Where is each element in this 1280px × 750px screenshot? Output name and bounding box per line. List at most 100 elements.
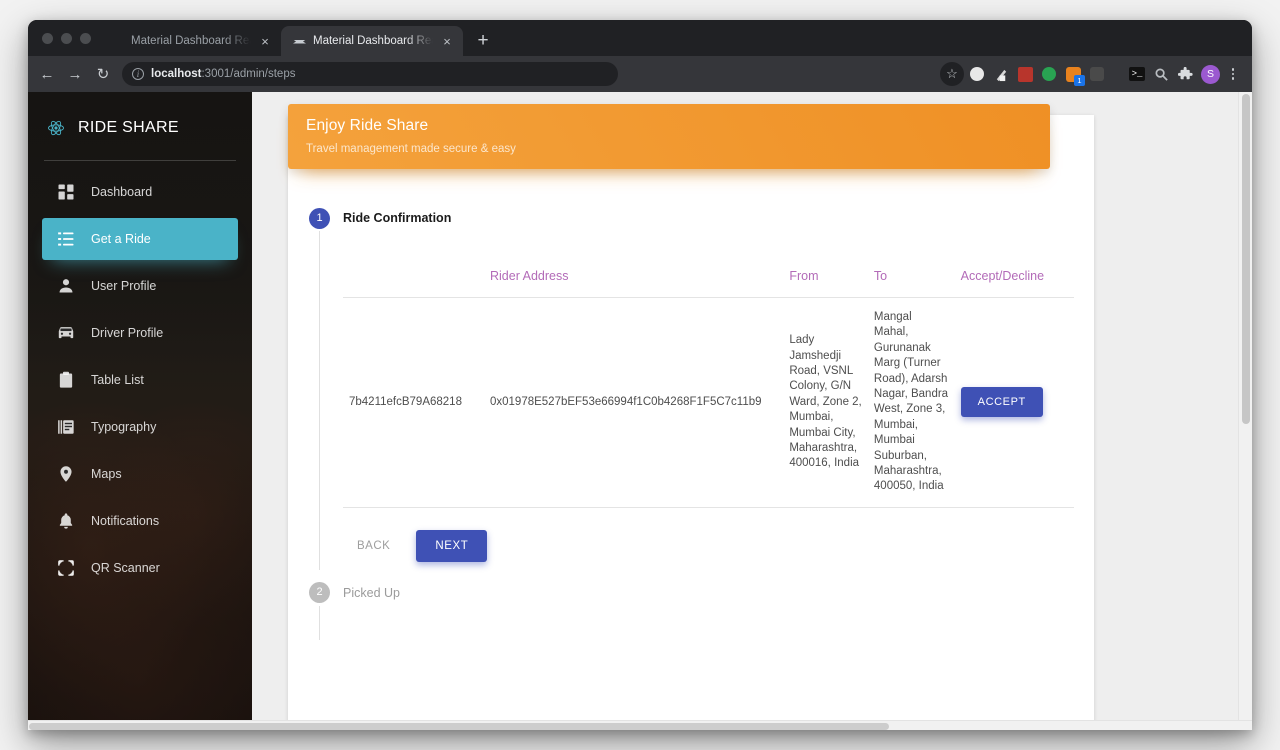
sidebar-item-driver-profile[interactable]: Driver Profile	[42, 312, 238, 354]
table-header-row: Rider Address From To Accept/Decline	[343, 259, 1074, 298]
table-header-to: To	[867, 259, 955, 298]
stepper-actions: BACK NEXT	[343, 529, 1074, 562]
sidebar-divider	[44, 160, 236, 161]
extension-red-icon[interactable]	[1014, 63, 1036, 85]
cell-rider-address: 0x01978E527bEF53e66994f1C0b4268F1F5C7c11…	[483, 297, 784, 508]
qr-scan-icon	[56, 559, 75, 578]
stepper-connector	[319, 605, 1074, 640]
browser-tab-2[interactable]: Material Dashboard React by C ×	[281, 26, 463, 56]
address-bar-url: localhost:3001/admin/steps	[151, 68, 295, 80]
sidebar-item-label: Table List	[91, 373, 144, 387]
step-label: Ride Confirmation	[343, 211, 452, 225]
sidebar-item-label: Dashboard	[91, 185, 153, 199]
close-window-button[interactable]	[42, 32, 53, 44]
sidebar-item-table-list[interactable]: Table List	[42, 359, 238, 401]
extensions-puzzle-icon[interactable]	[1174, 63, 1196, 85]
site-info-icon[interactable]: i	[132, 68, 144, 80]
scrollbar-thumb[interactable]	[29, 723, 889, 730]
table-header-from: From	[783, 259, 868, 298]
sidebar-item-qr-scanner[interactable]: QR Scanner	[42, 547, 238, 589]
hero-banner: Enjoy Ride Share Travel management made …	[288, 104, 1050, 169]
url-host: localhost	[151, 68, 202, 80]
table-header-blank	[343, 259, 484, 298]
window-traffic-lights	[40, 20, 99, 56]
extension-badge-count: 1	[1074, 75, 1085, 86]
stepper-step-2[interactable]: 2 Picked Up	[309, 580, 1074, 606]
forward-navigation-icon[interactable]: →	[62, 61, 88, 87]
new-tab-icon[interactable]: +	[469, 26, 497, 54]
back-navigation-icon[interactable]: ←	[34, 61, 60, 87]
step-number-badge: 2	[309, 582, 330, 604]
profile-avatar[interactable]: S	[1201, 64, 1220, 84]
browser-tab-1[interactable]: Material Dashboard React by C ×	[99, 26, 281, 56]
page-viewport: RIDE SHARE Dashboard Get a Ride User Pro…	[28, 92, 1252, 730]
clipboard-icon	[56, 371, 75, 390]
browser-menu-icon[interactable]	[1222, 63, 1244, 85]
close-tab-icon[interactable]: ×	[258, 34, 272, 48]
stepper-step-1[interactable]: 1 Ride Confirmation	[309, 205, 1074, 231]
tab-favicon	[293, 35, 306, 48]
table-header-accept-decline: Accept/Decline	[954, 259, 1074, 298]
list-ordered-icon	[56, 230, 75, 249]
sidebar-item-label: Driver Profile	[91, 326, 164, 340]
location-pin-icon	[56, 465, 75, 484]
step-number-badge: 1	[309, 207, 330, 229]
extension-gray-icon[interactable]	[1086, 63, 1108, 85]
back-button[interactable]: BACK	[343, 531, 404, 561]
person-icon	[56, 277, 75, 296]
sidebar-item-maps[interactable]: Maps	[42, 453, 238, 495]
close-tab-icon[interactable]: ×	[440, 34, 454, 48]
address-bar[interactable]: i localhost:3001/admin/steps	[122, 62, 618, 86]
browser-window: Material Dashboard React by C × Material…	[28, 20, 1252, 730]
sidebar-item-dashboard[interactable]: Dashboard	[42, 171, 238, 213]
tab-title: Material Dashboard React by C	[313, 35, 433, 47]
sidebar-item-label: Notifications	[91, 514, 160, 528]
cell-to-address: Mangal Mahal, Gurunanak Marg (Turner Roa…	[867, 297, 955, 508]
main-content: Enjoy Ride Share Travel management made …	[252, 92, 1252, 730]
app-sidebar: RIDE SHARE Dashboard Get a Ride User Pro…	[28, 92, 252, 730]
step-label: Picked Up	[343, 585, 400, 600]
table-row: 7b4211efcB79A68218 0x01978E527bEF53e6699…	[343, 297, 1074, 508]
cell-rider-id: 7b4211efcB79A68218	[343, 297, 484, 508]
extension-moon-icon[interactable]	[966, 63, 988, 85]
sidebar-item-label: QR Scanner	[91, 561, 160, 575]
sidebar-item-typography[interactable]: Typography	[42, 406, 238, 448]
extension-green-icon[interactable]	[1038, 63, 1060, 85]
text-format-icon	[56, 418, 75, 437]
ride-stepper: 1 Ride Confirmation Rider Address From T…	[309, 205, 1074, 640]
bookmark-star-icon[interactable]: ☆	[940, 62, 964, 86]
table-header-rider-address: Rider Address	[483, 259, 784, 298]
sidebar-item-get-a-ride[interactable]: Get a Ride	[42, 218, 238, 260]
minimize-window-button[interactable]	[61, 32, 72, 44]
page-horizontal-scrollbar[interactable]	[28, 720, 1252, 730]
tab-strip: Material Dashboard React by C × Material…	[28, 20, 1252, 56]
content-scroll-area: Enjoy Ride Share Travel management made …	[252, 92, 1238, 730]
sidebar-item-label: User Profile	[91, 279, 157, 293]
content-vertical-scrollbar[interactable]	[1238, 92, 1252, 730]
sidebar-item-label: Typography	[91, 420, 157, 434]
sidebar-item-user-profile[interactable]: User Profile	[42, 265, 238, 307]
accept-button[interactable]: ACCEPT	[960, 387, 1043, 418]
car-icon	[56, 324, 75, 343]
steps-page-card: Enjoy Ride Share Travel management made …	[288, 104, 1094, 730]
maximize-window-button[interactable]	[80, 32, 91, 44]
reload-icon[interactable]: ↻	[90, 61, 116, 87]
brand-logo[interactable]: RIDE SHARE	[28, 102, 252, 154]
search-magnifier-icon[interactable]	[1150, 63, 1172, 85]
next-button[interactable]: NEXT	[416, 529, 488, 562]
url-path: :3001/admin/steps	[201, 68, 296, 80]
cell-from-address: Lady Jamshedji Road, VSNL Colony, G/N Wa…	[783, 297, 868, 508]
tab-title: Material Dashboard React by C	[131, 35, 251, 47]
sidebar-item-label: Get a Ride	[91, 232, 151, 246]
sidebar-item-notifications[interactable]: Notifications	[42, 500, 238, 542]
hero-subtitle: Travel management made secure & easy	[306, 143, 516, 155]
extension-pencil-icon[interactable]	[990, 63, 1012, 85]
cell-action: ACCEPT	[954, 297, 1074, 508]
devtools-terminal-icon[interactable]: >_	[1126, 63, 1148, 85]
sidebar-item-label: Maps	[91, 467, 122, 481]
brand-title: RIDE SHARE	[78, 119, 179, 136]
rides-table: Rider Address From To Accept/Decline 7b4…	[343, 259, 1074, 508]
scrollbar-thumb[interactable]	[1242, 94, 1250, 424]
extension-metamask-icon[interactable]: 1	[1062, 63, 1085, 86]
browser-toolbar: ← → ↻ i localhost:3001/admin/steps ☆ 1 >…	[28, 56, 1252, 92]
